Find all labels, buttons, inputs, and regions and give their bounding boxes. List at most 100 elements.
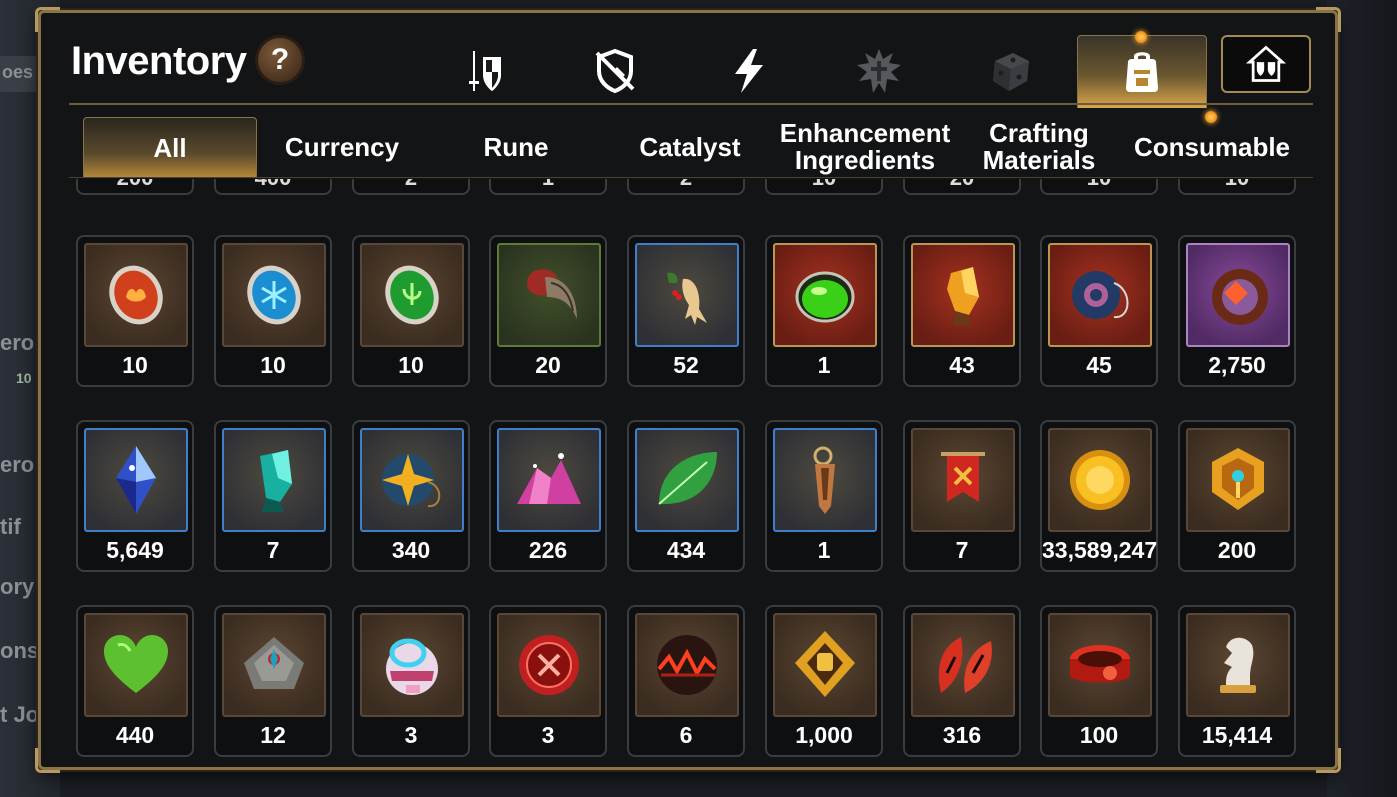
partial-item-slot[interactable]: 200 [76,179,194,195]
partial-item-slot[interactable]: 2 [352,179,470,195]
gold-emblem-icon [1186,428,1290,532]
item-slot[interactable]: 5,649 [76,420,194,572]
item-slot[interactable]: 3 [489,605,607,757]
item-slot[interactable]: 3 [352,605,470,757]
item-slot[interactable]: 316 [903,605,1021,757]
tab-enhancement-ingredients[interactable]: Enhancement Ingredients [779,117,951,177]
item-slot[interactable]: 15,414 [1178,605,1296,757]
item-count: 1 [817,537,831,563]
item-count: 43 [949,352,975,378]
background-text: ons [0,638,40,663]
page-title: Inventory [71,39,247,83]
item-count: 340 [391,537,431,563]
item-slot[interactable]: 2,750 [1178,235,1296,387]
partial-item-slot[interactable]: 1 [489,179,607,195]
red-leaves-icon [911,613,1015,717]
partial-item-slot[interactable]: 400 [214,179,332,195]
frame-corner [1316,7,1341,32]
tab-currency[interactable]: Currency [257,117,427,177]
item-slot[interactable]: 33,589,247 [1040,420,1158,572]
item-count: 5,649 [106,537,164,563]
item-slot[interactable]: 10 [76,235,194,387]
tab-catalyst[interactable]: Catalyst [605,117,775,177]
item-slot[interactable]: 12 [214,605,332,757]
item-slot[interactable]: 1 [765,420,883,572]
item-slot[interactable]: 200 [1178,420,1296,572]
earth-rune-icon [360,243,464,347]
inventory-window: Inventory ? All Currency Rune Catalyst E… [35,7,1341,773]
ginseng-root-icon [635,243,739,347]
tab-divider [69,177,1313,178]
item-slot[interactable]: 10 [214,235,332,387]
background-text: ero [0,330,35,355]
stone-tablet-icon [222,613,326,717]
red-seal-icon [497,613,601,717]
item-grid: 200 400 2 1 2 10 20 10 10 10 10 10 [69,179,1319,759]
item-count: 7 [955,537,969,563]
ice-rune-icon [222,243,326,347]
partial-item-slot[interactable]: 10 [765,179,883,195]
tab-all[interactable]: All [83,117,257,178]
robot-orb-icon [360,613,464,717]
teal-crystal-icon [222,428,326,532]
item-slot[interactable]: 7 [214,420,332,572]
item-slot[interactable]: 52 [627,235,745,387]
item-slot[interactable]: 434 [627,420,745,572]
help-button[interactable]: ? [255,35,305,85]
partial-item-slot[interactable]: 20 [903,179,1021,195]
item-count: 200 [1217,537,1257,563]
item-count: 3 [541,722,555,748]
item-count: 12 [260,722,286,748]
house-shield-icon [1245,45,1287,82]
item-count: 20 [535,352,561,378]
item-slot[interactable]: 7 [903,420,1021,572]
tab-consumable[interactable]: Consumable [1127,117,1297,177]
item-slot[interactable]: 226 [489,420,607,572]
frame-corner [35,748,60,773]
item-count: 1 [817,352,831,378]
background-text: t Jo [0,702,40,727]
category-artifact[interactable] [575,35,655,107]
backpack-icon [1126,52,1158,92]
category-hero-equipment[interactable] [445,35,525,107]
item-slot[interactable]: 1,000 [765,605,883,757]
item-count: 33,589,247 [1042,537,1158,563]
item-slot[interactable]: 10 [352,235,470,387]
frame-corner [1316,748,1341,773]
flower-ring-icon [1186,243,1290,347]
item-count: 226 [528,537,568,563]
item-slot[interactable]: 340 [352,420,470,572]
category-storage[interactable] [1221,35,1311,93]
item-slot[interactable]: 45 [1040,235,1158,387]
notification-dot [1205,111,1217,123]
green-heart-icon [84,613,188,717]
category-dice[interactable] [971,35,1051,107]
item-count: 10 [260,352,286,378]
header-divider [69,103,1313,105]
item-slot[interactable]: 6 [627,605,745,757]
green-leaf-icon [635,428,739,532]
item-slot[interactable]: 20 [489,235,607,387]
item-count: 2,750 [1208,352,1266,378]
amulet-ring-icon [1048,243,1152,347]
background-text: 10 [16,370,32,386]
item-slot[interactable]: 43 [903,235,1021,387]
dice-icon [993,53,1029,91]
item-slot[interactable]: 440 [76,605,194,757]
partial-item-slot[interactable]: 2 [627,179,745,195]
category-skill[interactable] [709,35,789,107]
partial-item-slot[interactable]: 10 [1040,179,1158,195]
item-slot[interactable]: 100 [1040,605,1158,757]
tab-crafting-materials[interactable]: Crafting Materials [953,117,1125,177]
notification-dot [1135,31,1147,43]
category-bag[interactable] [1077,35,1207,108]
category-special[interactable] [839,35,919,107]
item-slot[interactable]: 1 [765,235,883,387]
item-count: 10 [122,352,148,378]
blue-gem-icon [84,428,188,532]
war-banner-icon [911,428,1015,532]
background-text: tif [0,514,21,539]
tab-rune[interactable]: Rune [431,117,601,177]
star-pendant-icon [360,428,464,532]
partial-item-slot[interactable]: 10 [1178,179,1296,195]
